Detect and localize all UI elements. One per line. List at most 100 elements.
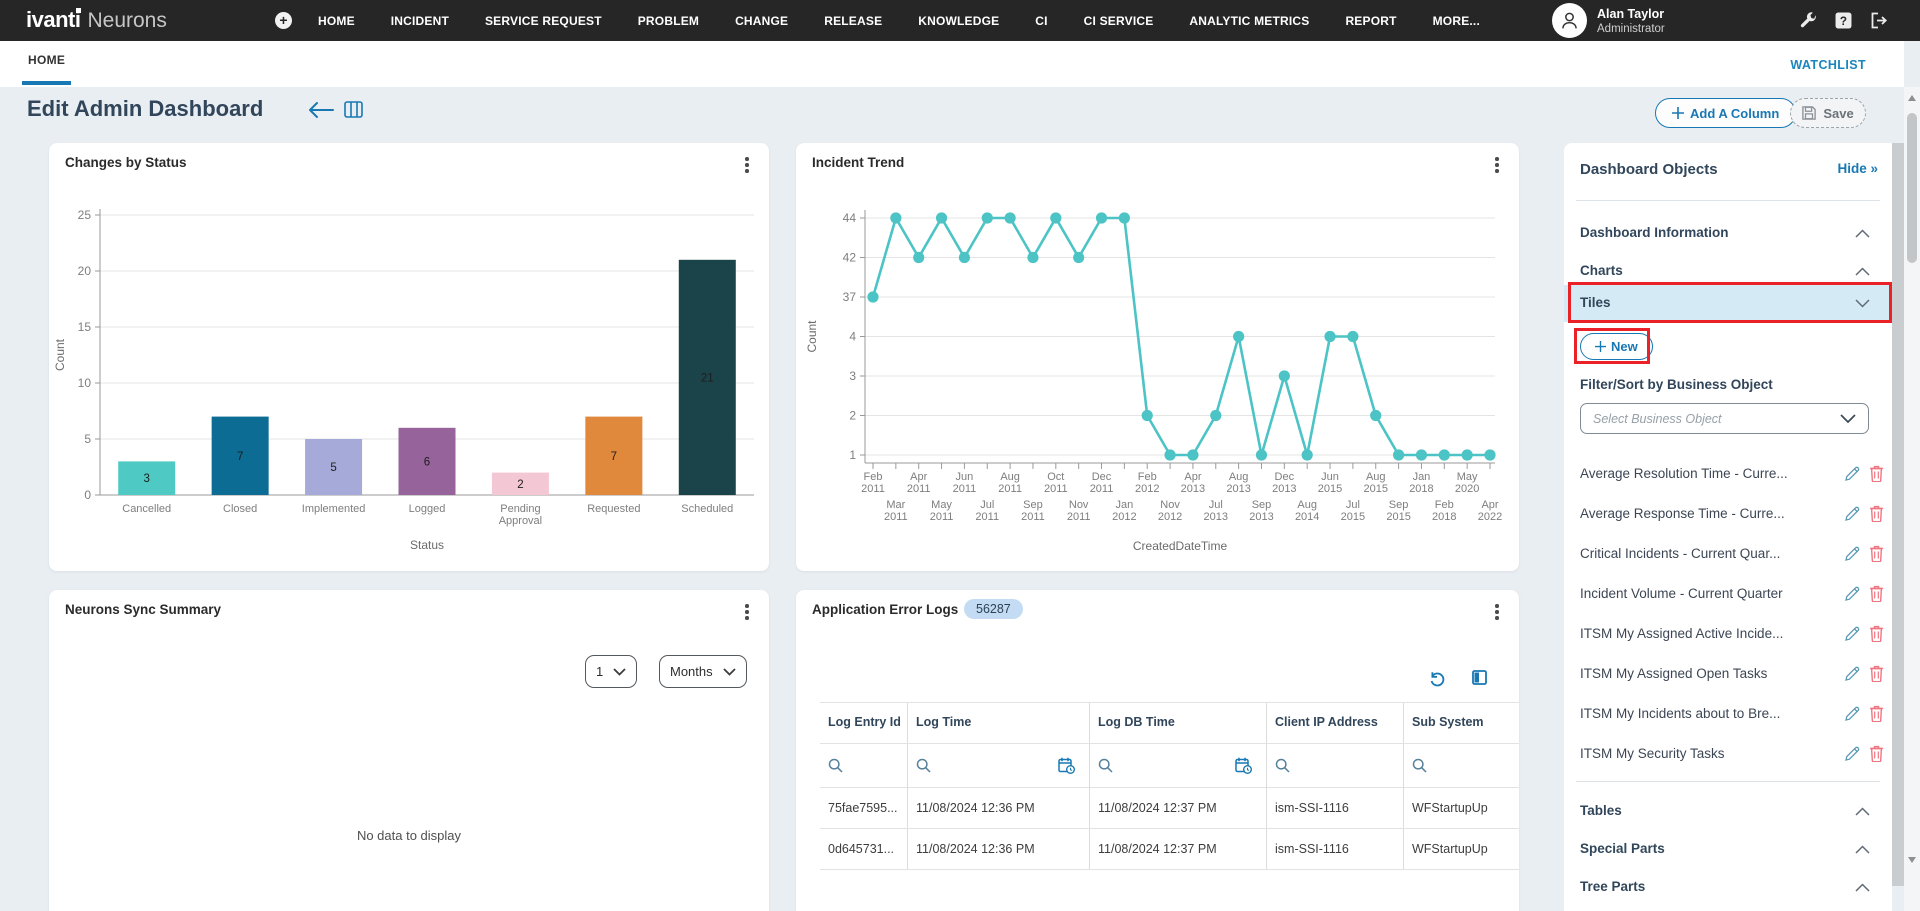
kebab-menu-icon[interactable] bbox=[739, 602, 755, 622]
svg-text:5: 5 bbox=[84, 432, 91, 446]
interval-unit-value: Months bbox=[670, 664, 713, 679]
calendar-clock-icon[interactable] bbox=[1235, 757, 1252, 774]
delete-trash-icon[interactable] bbox=[1869, 505, 1884, 527]
sidebar-section-tables[interactable]: Tables bbox=[1564, 793, 1892, 830]
nav-item-problem[interactable]: PROBLEM bbox=[638, 14, 699, 28]
column-header-sub-system[interactable]: Sub System bbox=[1404, 703, 1519, 743]
scroll-down-arrow[interactable] bbox=[1908, 857, 1916, 863]
undo-refresh-icon[interactable] bbox=[1429, 670, 1446, 692]
search-icon[interactable] bbox=[1275, 758, 1290, 773]
tile-label: ITSM My Assigned Active Incide... bbox=[1580, 626, 1783, 641]
sidebar-section-dashboard-information[interactable]: Dashboard Information bbox=[1564, 215, 1892, 252]
interval-unit-dropdown[interactable]: Months bbox=[659, 655, 747, 688]
tile-list-item[interactable]: ITSM My Incidents about to Bre... bbox=[1564, 695, 1892, 735]
nav-item-more[interactable]: MORE... bbox=[1433, 14, 1480, 28]
edit-pencil-icon[interactable] bbox=[1844, 746, 1860, 767]
kebab-menu-icon[interactable] bbox=[1489, 602, 1505, 622]
scroll-up-arrow[interactable] bbox=[1908, 95, 1916, 101]
svg-text:Jul: Jul bbox=[980, 499, 994, 511]
add-circle-icon[interactable]: + bbox=[275, 12, 292, 29]
kebab-menu-icon[interactable] bbox=[1489, 155, 1505, 175]
search-icon[interactable] bbox=[1412, 758, 1427, 773]
nav-item-ci[interactable]: CI bbox=[1035, 14, 1047, 28]
sidebar-scrollbar[interactable] bbox=[1892, 143, 1904, 886]
edit-pencil-icon[interactable] bbox=[1844, 586, 1860, 607]
search-icon[interactable] bbox=[916, 758, 931, 773]
delete-trash-icon[interactable] bbox=[1869, 545, 1884, 567]
tile-list-item[interactable]: Average Response Time - Curre... bbox=[1564, 495, 1892, 535]
delete-trash-icon[interactable] bbox=[1869, 625, 1884, 647]
svg-text:Scheduled: Scheduled bbox=[681, 503, 733, 515]
calendar-clock-icon[interactable] bbox=[1058, 757, 1075, 774]
edit-pencil-icon[interactable] bbox=[1844, 546, 1860, 567]
logout-icon[interactable] bbox=[1870, 12, 1887, 29]
edit-pencil-icon[interactable] bbox=[1844, 626, 1860, 647]
tab-home[interactable]: HOME bbox=[22, 53, 71, 85]
save-button[interactable]: Save bbox=[1790, 98, 1866, 128]
incident-trend-chart: 4442374321Feb2011Mar2011Apr2011May2011Ju… bbox=[796, 143, 1519, 571]
svg-text:Implemented: Implemented bbox=[302, 503, 366, 515]
edit-pencil-icon[interactable] bbox=[1844, 666, 1860, 687]
nav-item-report[interactable]: REPORT bbox=[1345, 14, 1396, 28]
svg-text:44: 44 bbox=[843, 211, 857, 225]
tile-list-item[interactable]: ITSM My Assigned Active Incide... bbox=[1564, 615, 1892, 655]
svg-text:7: 7 bbox=[237, 451, 243, 463]
sidebar-section-tree-parts[interactable]: Tree Parts bbox=[1564, 869, 1892, 896]
table-row[interactable]: 75fae7595...11/08/2024 12:36 PM11/08/202… bbox=[820, 787, 1519, 828]
business-object-select[interactable]: Select Business Object bbox=[1580, 403, 1869, 434]
delete-trash-icon[interactable] bbox=[1869, 465, 1884, 487]
edit-pencil-icon[interactable] bbox=[1844, 506, 1860, 527]
kebab-menu-icon[interactable] bbox=[739, 155, 755, 175]
scrollbar-thumb[interactable] bbox=[1907, 113, 1917, 263]
page-scrollbar[interactable] bbox=[1904, 87, 1920, 911]
search-icon[interactable] bbox=[828, 758, 843, 773]
user-menu[interactable]: Alan Taylor Administrator bbox=[1552, 3, 1665, 38]
column-header-client-ip-address[interactable]: Client IP Address bbox=[1267, 703, 1404, 743]
delete-trash-icon[interactable] bbox=[1869, 745, 1884, 767]
tile-list-item[interactable]: Critical Incidents - Current Quar... bbox=[1564, 535, 1892, 575]
hide-panel-button[interactable]: Hide » bbox=[1837, 161, 1878, 176]
delete-trash-icon[interactable] bbox=[1869, 665, 1884, 687]
nav-item-service-request[interactable]: SERVICE REQUEST bbox=[485, 14, 602, 28]
back-arrow-icon[interactable] bbox=[308, 101, 334, 124]
brand-ivanti: ivanti bbox=[26, 7, 80, 33]
nav-item-change[interactable]: CHANGE bbox=[735, 14, 788, 28]
column-header-log-entry-id[interactable]: Log Entry Id bbox=[820, 703, 908, 743]
svg-text:Aug: Aug bbox=[1000, 471, 1020, 483]
sidebar-section-tiles[interactable]: Tiles bbox=[1564, 285, 1892, 322]
tile-list-item[interactable]: ITSM My Assigned Open Tasks bbox=[1564, 655, 1892, 695]
search-icon[interactable] bbox=[1098, 758, 1113, 773]
edit-pencil-icon[interactable] bbox=[1844, 466, 1860, 487]
nav-item-analytic-metrics[interactable]: ANALYTIC METRICS bbox=[1189, 14, 1309, 28]
ivanti-neurons-logo[interactable]: ivanti Neurons bbox=[26, 7, 167, 33]
tile-list-item[interactable]: Average Resolution Time - Curre... bbox=[1564, 455, 1892, 495]
svg-text:3: 3 bbox=[144, 473, 150, 485]
watchlist-link[interactable]: WATCHLIST bbox=[1790, 58, 1866, 72]
nav-item-knowledge[interactable]: KNOWLEDGE bbox=[918, 14, 999, 28]
tile-list-item[interactable]: Incident Volume - Current Quarter bbox=[1564, 575, 1892, 615]
add-column-button[interactable]: Add A Column bbox=[1655, 98, 1796, 128]
column-chooser-icon[interactable] bbox=[1472, 670, 1487, 692]
nav-item-ci-service[interactable]: CI SERVICE bbox=[1084, 14, 1154, 28]
column-header-log-time[interactable]: Log Time bbox=[908, 703, 1090, 743]
tile-list-item[interactable]: ITSM My Security Tasks bbox=[1564, 735, 1892, 775]
svg-text:7: 7 bbox=[611, 451, 617, 463]
edit-pencil-icon[interactable] bbox=[1844, 706, 1860, 727]
new-tile-button[interactable]: New bbox=[1580, 333, 1653, 360]
column-header-log-db-time[interactable]: Log DB Time bbox=[1090, 703, 1267, 743]
delete-trash-icon[interactable] bbox=[1869, 585, 1884, 607]
settings-wrench-icon[interactable] bbox=[1800, 12, 1817, 29]
hide-label: Hide bbox=[1837, 161, 1866, 176]
save-icon bbox=[1802, 106, 1816, 120]
sidebar-section-special-parts[interactable]: Special Parts bbox=[1564, 831, 1892, 868]
layout-grid-icon[interactable] bbox=[344, 101, 363, 123]
table-row[interactable]: 0d645731...11/08/2024 12:36 PM11/08/2024… bbox=[820, 828, 1519, 869]
nav-item-release[interactable]: RELEASE bbox=[824, 14, 882, 28]
plus-icon bbox=[1672, 107, 1684, 119]
nav-item-home[interactable]: HOME bbox=[318, 14, 355, 28]
help-icon[interactable]: ? bbox=[1835, 12, 1852, 29]
delete-trash-icon[interactable] bbox=[1869, 705, 1884, 727]
tile-label: ITSM My Incidents about to Bre... bbox=[1580, 706, 1780, 721]
nav-item-incident[interactable]: INCIDENT bbox=[391, 14, 449, 28]
interval-count-dropdown[interactable]: 1 bbox=[585, 655, 637, 688]
